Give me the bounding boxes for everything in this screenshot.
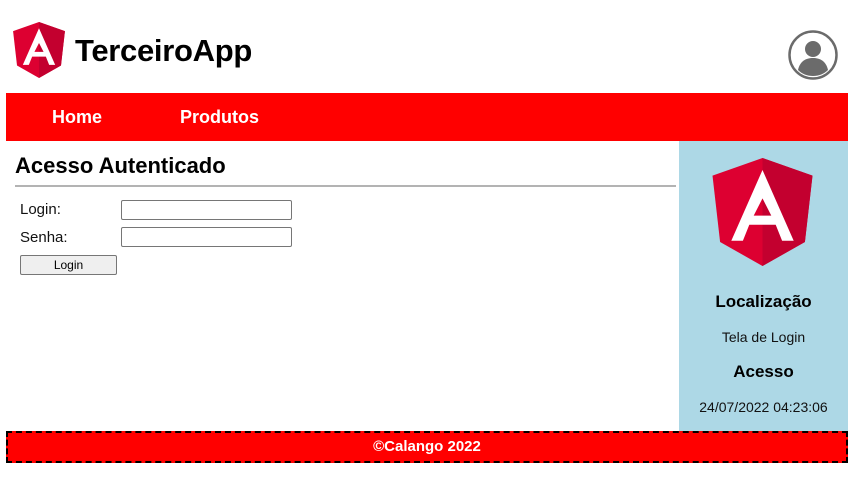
- login-button[interactable]: Login: [20, 255, 117, 275]
- page: TerceiroApp Home Produtos Acesso Autenti…: [0, 0, 855, 480]
- header: TerceiroApp: [0, 0, 855, 93]
- senha-label: Senha:: [20, 229, 68, 246]
- brand: TerceiroApp: [13, 22, 252, 78]
- login-input[interactable]: [121, 200, 292, 220]
- angular-logo-icon: [13, 22, 65, 78]
- angular-logo-icon: [712, 158, 813, 266]
- location-title: Localização: [715, 292, 812, 311]
- sidebar: Localização Tela de Login Acesso 24/07/2…: [679, 141, 848, 431]
- location-value: Tela de Login: [721, 329, 806, 345]
- user-avatar-icon[interactable]: [788, 30, 838, 80]
- navbar: Home Produtos: [6, 93, 848, 141]
- senha-input[interactable]: [121, 227, 292, 247]
- app-title: TerceiroApp: [75, 32, 252, 68]
- footer-text: ©Calango 2022: [373, 438, 481, 455]
- access-timestamp: 24/07/2022 04:23:06: [699, 399, 828, 415]
- footer: ©Calango 2022: [6, 431, 848, 463]
- title-divider: [15, 185, 676, 187]
- login-label: Login:: [20, 201, 61, 218]
- main-content: Acesso Autenticado Login: Senha: Login: [6, 141, 679, 431]
- nav-item-home[interactable]: Home: [52, 93, 102, 141]
- access-title: Acesso: [733, 362, 794, 381]
- page-title: Acesso Autenticado: [15, 153, 226, 178]
- nav-item-produtos[interactable]: Produtos: [180, 93, 259, 141]
